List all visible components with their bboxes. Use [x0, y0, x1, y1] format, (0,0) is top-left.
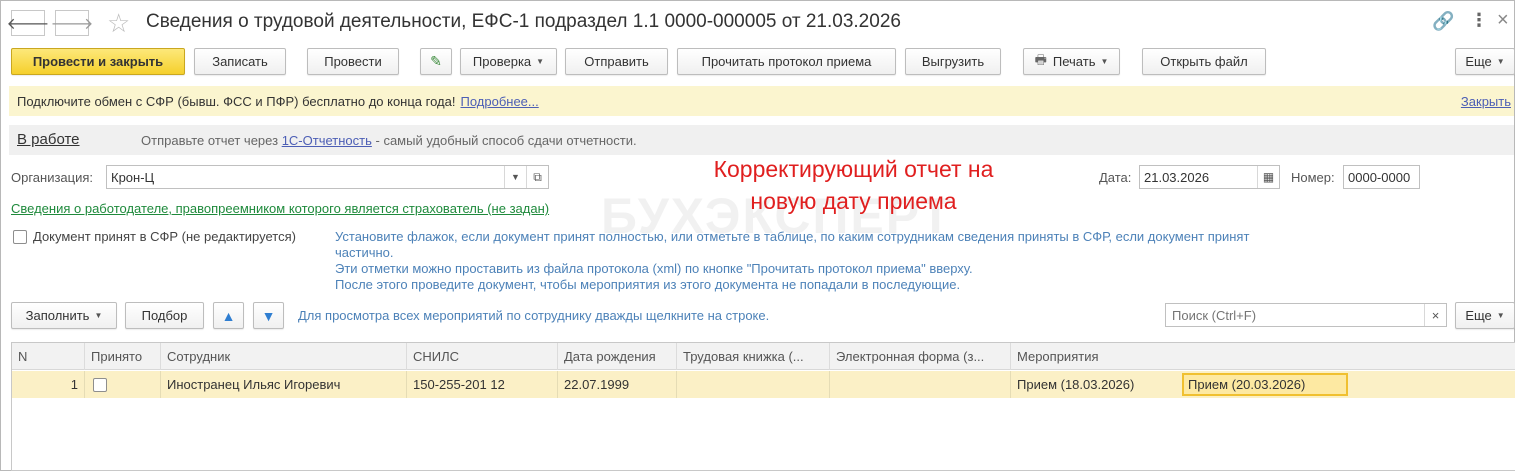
employees-table: N Принято Сотрудник СНИЛС Дата рождения …	[11, 342, 1515, 471]
date-field[interactable]: 21.03.2026 ▦	[1139, 165, 1280, 189]
dropdown-arrow-icon[interactable]: ▼	[504, 166, 526, 188]
cell-workbook	[677, 371, 830, 398]
organization-field[interactable]: Крон-Ц ▼ ⧉	[106, 165, 549, 189]
forward-button[interactable]: 🡒	[51, 10, 93, 36]
select-button[interactable]: Подбор	[125, 302, 204, 329]
column-header-snils[interactable]: СНИЛС	[407, 343, 558, 370]
back-button[interactable]: 🡐	[7, 10, 49, 36]
table-hint: Для просмотра всех мероприятий по сотруд…	[298, 308, 770, 323]
table-row[interactable]: 1 Иностранец Ильяс Игоревич 150-255-201 …	[12, 371, 1515, 398]
date-value: 21.03.2026	[1144, 169, 1210, 185]
signature-button[interactable]: ✎	[420, 48, 452, 75]
employer-info-link[interactable]: Сведения о работодателе, правопреемником…	[11, 201, 549, 216]
cell-employee: Иностранец Ильяс Игоревич	[161, 371, 407, 398]
info-banner-text: Подключите обмен с СФР (бывш. ФСС и ПФР)…	[17, 93, 456, 109]
hint-line-3: Эти отметки можно проставить из файла пр…	[335, 261, 973, 276]
cell-birthdate: 22.07.1999	[558, 371, 677, 398]
date-label: Дата:	[1099, 170, 1132, 185]
document-window: 🡐 🡒 ☆ Сведения о трудовой деятельности, …	[0, 0, 1515, 471]
more-button[interactable]: Еще ▼	[1455, 48, 1515, 75]
event-second-selected[interactable]: Прием (20.03.2026)	[1182, 373, 1348, 396]
row-accepted-checkbox[interactable]	[93, 377, 107, 392]
clear-icon[interactable]: ×	[1424, 304, 1446, 326]
more-menu-icon[interactable]: ⋮	[1470, 10, 1488, 31]
hint-line-2: частично.	[335, 245, 394, 260]
table-header: N Принято Сотрудник СНИЛС Дата рождения …	[12, 343, 1515, 370]
column-header-employee[interactable]: Сотрудник	[161, 343, 407, 370]
accepted-checkbox[interactable]	[13, 230, 27, 244]
check-dropdown-button[interactable]: Проверка ▼	[460, 48, 557, 75]
pen-sign-icon: ✎	[430, 53, 442, 69]
post-and-close-button[interactable]: Провести и закрыть	[11, 48, 185, 75]
send-button[interactable]: Отправить	[565, 48, 668, 75]
arrow-right-icon: 🡒	[50, 15, 94, 33]
table-more-button[interactable]: Еще ▼	[1455, 302, 1515, 329]
column-header-birthdate[interactable]: Дата рождения	[558, 343, 677, 370]
chevron-down-icon: ▼	[1100, 57, 1109, 66]
column-header-accepted[interactable]: Принято	[85, 343, 161, 370]
open-file-button[interactable]: Открыть файл	[1142, 48, 1266, 75]
annotation-line-2: новую дату приема	[750, 188, 957, 214]
chevron-down-icon: ▼	[94, 311, 103, 320]
column-header-events[interactable]: Мероприятия	[1011, 343, 1515, 370]
fill-dropdown-button[interactable]: Заполнить ▼	[11, 302, 117, 329]
calendar-icon[interactable]: ▦	[1257, 166, 1279, 188]
number-label: Номер:	[1291, 170, 1335, 185]
cell-snils: 150-255-201 12	[407, 371, 558, 398]
print-label: Печать	[1052, 54, 1096, 69]
search-field[interactable]: ×	[1165, 303, 1447, 327]
status-text-before: Отправьте отчет через	[141, 133, 279, 148]
info-more-link[interactable]: Подробнее...	[460, 94, 538, 109]
reporting-link[interactable]: 1С-Отчетность	[282, 133, 372, 148]
cell-accepted	[85, 371, 161, 398]
organization-value: Крон-Ц	[111, 169, 155, 185]
accepted-label: Документ принят в СФР (не редактируется)	[33, 229, 296, 244]
column-header-n[interactable]: N	[12, 343, 85, 370]
cell-eform	[830, 371, 1011, 398]
close-icon[interactable]: ×	[1497, 9, 1509, 32]
read-protocol-button[interactable]: Прочитать протокол приема	[677, 48, 896, 75]
open-icon[interactable]: ⧉	[526, 166, 548, 188]
column-header-workbook[interactable]: Трудовая книжка (...	[677, 343, 830, 370]
move-down-button[interactable]: ▼	[253, 302, 284, 329]
link-icon[interactable]: 🔗	[1432, 11, 1454, 32]
move-up-button[interactable]: ▲	[213, 302, 244, 329]
info-banner: Подключите обмен с СФР (бывш. ФСС и ПФР)…	[9, 86, 1514, 116]
post-button[interactable]: Провести	[307, 48, 399, 75]
info-close-link[interactable]: Закрыть	[1461, 94, 1511, 109]
chevron-down-icon: ▼	[1496, 57, 1505, 66]
cell-events: Прием (18.03.2026) Прием (20.03.2026)	[1011, 371, 1515, 398]
org-label: Организация:	[11, 170, 94, 185]
status-text-after: - самый удобный способ сдачи отчетности.	[375, 133, 637, 148]
status-bar: В работе Отправьте отчет через 1С-Отчетн…	[9, 125, 1514, 155]
number-field[interactable]: 0000-0000	[1343, 165, 1420, 189]
more-label: Еще	[1465, 54, 1492, 69]
table-more-label: Еще	[1465, 308, 1492, 323]
chevron-down-icon: ▼	[536, 57, 545, 66]
status-message: Отправьте отчет через 1С-Отчетность - са…	[141, 133, 637, 148]
red-annotation: Корректирующий отчет на новую дату прием…	[681, 153, 1026, 217]
chevron-down-icon: ▼	[1496, 311, 1505, 320]
status-link[interactable]: В работе	[17, 131, 80, 148]
save-button[interactable]: Записать	[194, 48, 286, 75]
check-label: Проверка	[472, 54, 532, 69]
print-dropdown-button[interactable]: 🖶 Печать ▼	[1023, 48, 1120, 75]
arrow-down-icon: ▼	[261, 307, 276, 324]
number-value: 0000-0000	[1348, 169, 1411, 185]
page-title: Сведения о трудовой деятельности, ЕФС-1 …	[146, 11, 901, 32]
hint-line-1: Установите флажок, если документ принят …	[335, 229, 1250, 244]
hint-line-4: После этого проведите документ, чтобы ме…	[335, 277, 961, 292]
export-button[interactable]: Выгрузить	[905, 48, 1001, 75]
arrow-left-icon: 🡐	[6, 15, 50, 33]
printer-icon: 🖶	[1034, 51, 1047, 67]
event-first[interactable]: Прием (18.03.2026)	[1017, 377, 1134, 392]
favorite-star-icon[interactable]: ☆	[107, 8, 130, 39]
arrow-up-icon: ▲	[221, 307, 236, 324]
column-header-eform[interactable]: Электронная форма (з...	[830, 343, 1011, 370]
fill-label: Заполнить	[25, 308, 90, 323]
cell-n: 1	[12, 371, 85, 398]
search-input[interactable]	[1170, 306, 1420, 324]
annotation-line-1: Корректирующий отчет на	[713, 156, 994, 182]
